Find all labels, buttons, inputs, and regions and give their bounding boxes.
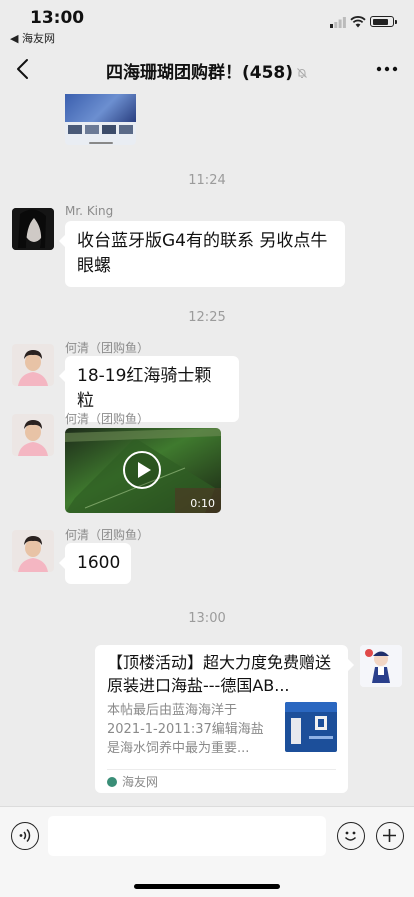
- link-card-description: 本帖最后由蓝海海洋于 2021-1-2011:37编辑海盐是海水饲养中最为重要.…: [107, 703, 264, 756]
- mute-bell-icon: [297, 68, 307, 78]
- link-card-thumbnail: [285, 702, 337, 752]
- home-indicator[interactable]: [134, 884, 280, 889]
- timestamp: 13:00: [188, 611, 226, 626]
- wifi-icon: [350, 16, 366, 28]
- avatar-he-qing[interactable]: [12, 530, 54, 572]
- video-message[interactable]: 0:10: [65, 428, 221, 513]
- plus-more-icon[interactable]: [376, 822, 404, 850]
- status-bar: 13:00 ◀ 海友网: [0, 0, 414, 46]
- status-time: 13:00: [30, 8, 85, 28]
- sender-name: Mr. King: [65, 204, 114, 218]
- link-card[interactable]: 【顶楼活动】超大力度免费赠送原装进口海盐---德国AB... 本帖最后由蓝海海洋…: [95, 645, 354, 793]
- battery-icon: [370, 16, 397, 27]
- sender-name: 何清（团购鱼）: [65, 412, 150, 426]
- avatar-he-qing[interactable]: [12, 344, 54, 386]
- sender-name: 何清（团购鱼）: [65, 341, 150, 355]
- avatar-he-qing[interactable]: [12, 414, 54, 456]
- timestamp: 12:25: [188, 310, 226, 325]
- portrait-icon: [12, 414, 54, 456]
- back-to-app-link[interactable]: ◀ 海友网: [10, 30, 55, 46]
- message-input[interactable]: [48, 816, 326, 856]
- portrait-icon: [12, 208, 54, 250]
- cellular-signal-icon: [330, 17, 346, 28]
- source-logo-icon: [107, 777, 117, 787]
- avatar-mr-king[interactable]: [12, 208, 54, 250]
- chat-title: 四海珊瑚团购群！(458): [0, 58, 414, 83]
- emoji-icon[interactable]: [337, 822, 365, 850]
- message-bubble[interactable]: 1600: [59, 543, 131, 584]
- chat-title-text: 四海珊瑚团购群！(458): [105, 63, 294, 83]
- avatar-self[interactable]: [360, 645, 402, 687]
- timestamp: 11:24: [188, 173, 226, 188]
- link-card-title: 【顶楼活动】超大力度免费赠送原装进口海盐---德国AB...: [107, 653, 332, 695]
- message-bubble[interactable]: 收台蓝牙版G4有的联系 另收点牛眼螺: [59, 221, 345, 287]
- more-options-icon[interactable]: [376, 62, 398, 76]
- chat-header: 四海珊瑚团购群！(458): [0, 46, 414, 94]
- sender-name: 何清（团购鱼）: [65, 528, 150, 542]
- link-card-source: 海友网: [107, 776, 158, 788]
- portrait-icon: [12, 530, 54, 572]
- voice-input-icon[interactable]: [11, 822, 39, 850]
- divider: [107, 769, 336, 770]
- portrait-icon: [12, 344, 54, 386]
- shared-image-thumbnail[interactable]: [65, 94, 136, 145]
- play-icon[interactable]: [123, 451, 161, 489]
- cartoon-avatar-icon: [360, 645, 402, 687]
- link-card-source-name: 海友网: [122, 775, 159, 789]
- video-duration: 0:10: [190, 497, 215, 510]
